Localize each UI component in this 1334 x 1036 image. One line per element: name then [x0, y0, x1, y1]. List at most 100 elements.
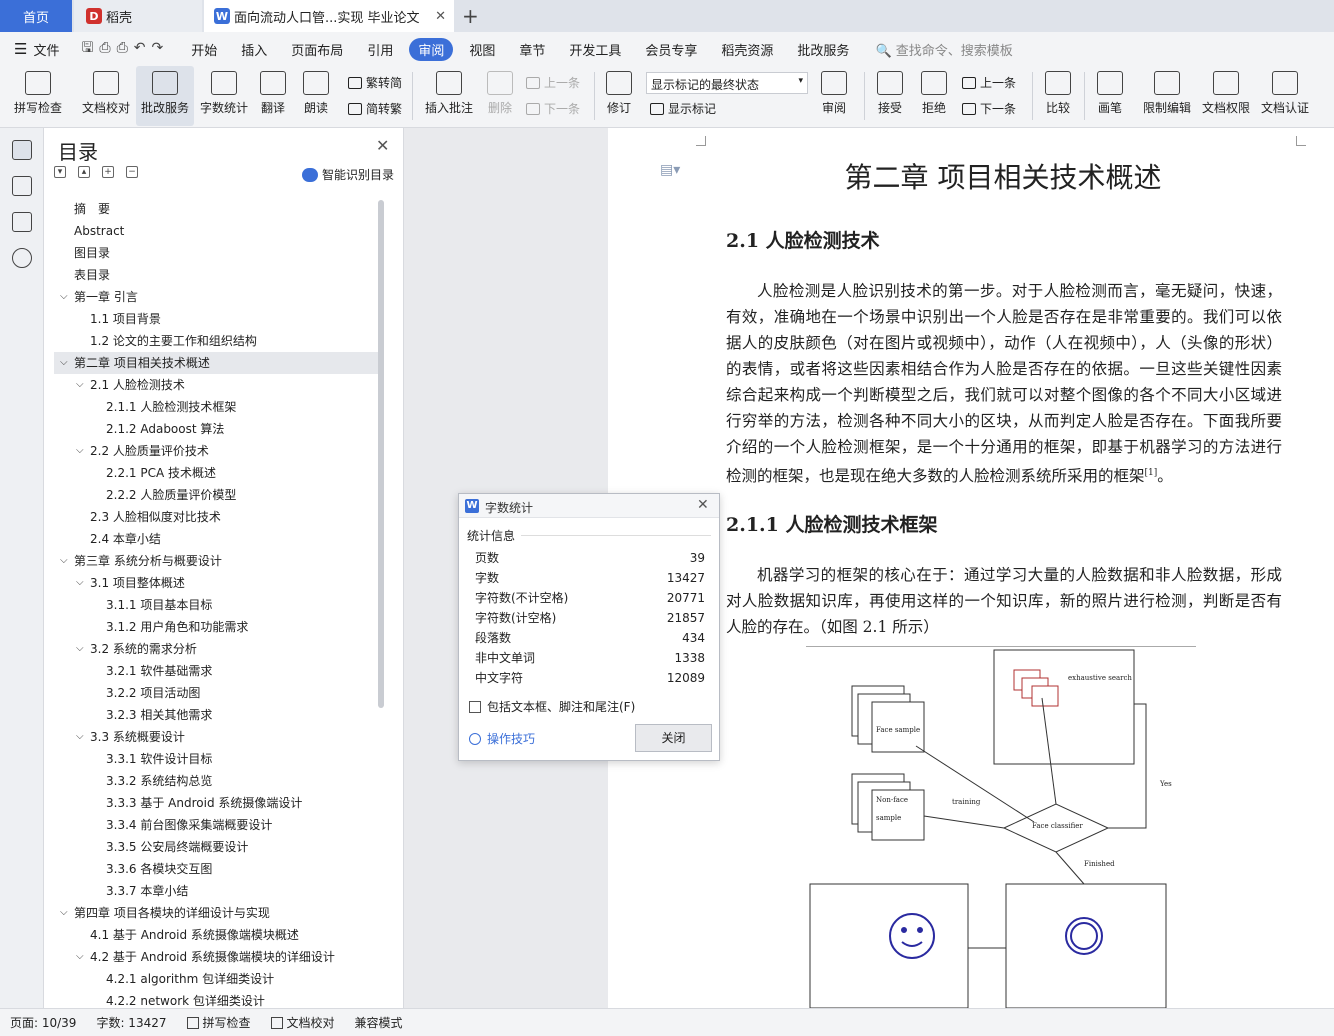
show-markup-button[interactable]: 显示标记	[650, 100, 716, 117]
proofread-status[interactable]: 文档校对	[261, 1014, 345, 1031]
pen-button[interactable]: 画笔	[1090, 66, 1130, 126]
toc-item[interactable]: 3.3.6 各模块交互图	[54, 858, 378, 880]
toc-item[interactable]: 2.4 本章小结	[54, 528, 378, 550]
toc-item[interactable]: 3.3.5 公安局终端概要设计	[54, 836, 378, 858]
menu-file[interactable]: 文件	[27, 40, 71, 59]
toc-item[interactable]: 1.1 项目背景	[54, 308, 378, 330]
document-permission-button[interactable]: 文档权限	[1198, 66, 1254, 126]
toc-nav-icon[interactable]	[12, 140, 32, 160]
read-aloud-button[interactable]: 朗读	[296, 66, 336, 126]
close-panel-icon[interactable]: ✕	[376, 136, 389, 155]
toc-item[interactable]: 图目录	[54, 242, 378, 264]
tips-link[interactable]: 操作技巧	[469, 730, 535, 747]
correction-service-button[interactable]: 批改服务	[136, 66, 194, 126]
chapter-nav-icon[interactable]	[12, 176, 32, 196]
new-tab-button[interactable]: +	[462, 4, 479, 28]
toc-item[interactable]: ⌵ 第三章 系统分析与概要设计	[54, 550, 378, 572]
chevron-down-icon[interactable]: ⌵	[60, 902, 68, 924]
toc-item[interactable]: ⌵ 3.2 系统的需求分析	[54, 638, 378, 660]
expand-down-icon[interactable]: ▾	[54, 166, 66, 178]
chevron-down-icon[interactable]: ⌵	[76, 726, 84, 748]
reject-button[interactable]: 拒绝	[914, 66, 954, 126]
dialog-titlebar[interactable]: W 字数统计 ✕	[459, 494, 719, 518]
hamburger-icon[interactable]: ☰	[14, 40, 27, 58]
menu-item[interactable]: 开发工具	[557, 40, 633, 59]
chevron-down-icon[interactable]: ⌵	[76, 638, 84, 660]
toc-item[interactable]: ⌵ 2.1 人脸检测技术	[54, 374, 378, 396]
track-changes-button[interactable]: 修订	[600, 66, 638, 126]
menu-item[interactable]: 稻壳资源	[709, 40, 785, 59]
toc-item[interactable]: 3.2.2 项目活动图	[54, 682, 378, 704]
trad-to-simp-button[interactable]: 繁转简	[348, 74, 402, 91]
toc-item[interactable]: 2.1.1 人脸检测技术框架	[54, 396, 378, 418]
toc-item[interactable]: 3.3.3 基于 Android 系统摄像端设计	[54, 792, 378, 814]
spell-check-button[interactable]: 拼写检查	[8, 66, 68, 126]
close-button[interactable]: 关闭	[635, 724, 712, 752]
menu-item[interactable]: 开始	[179, 40, 229, 59]
tab-daoke[interactable]: D 稻壳	[74, 0, 202, 32]
smart-toc-button[interactable]: 智能识别目录	[302, 166, 394, 183]
toc-item[interactable]: 4.2.1 algorithm 包详细类设计	[54, 968, 378, 990]
search-nav-icon[interactable]	[12, 248, 32, 268]
compare-button[interactable]: 比较	[1038, 66, 1078, 126]
toc-item[interactable]: ⌵ 3.3 系统概要设计	[54, 726, 378, 748]
translate-button[interactable]: 翻译	[254, 66, 292, 126]
word-count-indicator[interactable]: 字数: 13427	[86, 1014, 176, 1031]
toc-item[interactable]: ⌵ 2.2 人脸质量评价技术	[54, 440, 378, 462]
toc-item[interactable]: 2.1.2 Adaboost 算法	[54, 418, 378, 440]
toc-item[interactable]: ⌵ 第一章 引言	[54, 286, 378, 308]
collapse-up-icon[interactable]: ▴	[78, 166, 90, 178]
toc-item[interactable]: 3.2.3 相关其他需求	[54, 704, 378, 726]
toc-item[interactable]: Abstract	[54, 220, 378, 242]
include-textbox-checkbox[interactable]: 包括文本框、脚注和尾注(F)	[469, 698, 635, 715]
close-icon[interactable]: ✕	[697, 497, 709, 513]
chevron-down-icon[interactable]: ⌵	[60, 352, 68, 374]
toc-item[interactable]: 摘 要	[54, 198, 378, 220]
toc-item[interactable]: ⌵ 4.2 基于 Android 系统摄像端模块的详细设计	[54, 946, 378, 968]
document-certify-button[interactable]: 文档认证	[1256, 66, 1314, 126]
toc-item[interactable]: 3.3.7 本章小结	[54, 880, 378, 902]
toc-item[interactable]: 2.2.2 人脸质量评价模型	[54, 484, 378, 506]
chevron-down-icon[interactable]: ⌵	[76, 440, 84, 462]
next-change-button[interactable]: 下一条	[962, 100, 1016, 117]
tab-document[interactable]: W 面向流动人口管...实现 毕业论文 ✕	[204, 0, 454, 32]
next-comment-button[interactable]: 下一条	[526, 100, 580, 117]
toc-item[interactable]: 3.3.4 前台图像采集端概要设计	[54, 814, 378, 836]
tab-home[interactable]: 首页	[0, 0, 72, 32]
toc-item[interactable]: 2.3 人脸相似度对比技术	[54, 506, 378, 528]
proofread-button[interactable]: 文档校对	[76, 66, 136, 126]
menu-item[interactable]: 页面布局	[279, 40, 355, 59]
chevron-down-icon[interactable]: ⌵	[76, 572, 84, 594]
toc-item[interactable]: 3.3.1 软件设计目标	[54, 748, 378, 770]
close-tab-icon[interactable]: ✕	[435, 9, 446, 24]
menu-item[interactable]: 章节	[507, 40, 557, 59]
toc-scrollbar[interactable]	[378, 200, 384, 708]
toc-item[interactable]: ⌵ 第四章 项目各模块的详细设计与实现	[54, 902, 378, 924]
insert-comment-button[interactable]: 插入批注	[420, 66, 478, 126]
chevron-down-icon[interactable]: ⌵	[60, 550, 68, 572]
bookmark-icon[interactable]	[12, 212, 32, 232]
prev-comment-button[interactable]: 上一条	[526, 74, 580, 91]
delete-comment-button[interactable]: 删除	[480, 66, 520, 126]
toc-item[interactable]: 3.1.2 用户角色和功能需求	[54, 616, 378, 638]
menu-item[interactable]: 引用	[355, 40, 405, 59]
word-count-button[interactable]: 字数统计	[196, 66, 252, 126]
review-pane-button[interactable]: 审阅	[814, 66, 854, 126]
chevron-down-icon[interactable]: ⌵	[76, 374, 84, 396]
toc-item[interactable]: 表目录	[54, 264, 378, 286]
add-level-icon[interactable]: +	[102, 166, 114, 178]
chevron-down-icon[interactable]: ⌵	[76, 946, 84, 968]
toc-item[interactable]: 3.1.1 项目基本目标	[54, 594, 378, 616]
search-command[interactable]: 🔍 查找命令、搜索模板	[875, 40, 1012, 59]
page-indicator[interactable]: 页面: 10/39	[0, 1014, 86, 1031]
toc-item[interactable]: 1.2 论文的主要工作和组织结构	[54, 330, 378, 352]
prev-change-button[interactable]: 上一条	[962, 74, 1016, 91]
toc-item[interactable]: 4.1 基于 Android 系统摄像端模块概述	[54, 924, 378, 946]
toc-item[interactable]: 3.2.1 软件基础需求	[54, 660, 378, 682]
menu-item[interactable]: 审阅	[409, 37, 454, 61]
quick-access-icons[interactable]: 🖫⎙⎙↶↷	[81, 37, 169, 61]
simp-to-trad-button[interactable]: 简转繁	[348, 100, 402, 117]
menu-item[interactable]: 会员专享	[633, 40, 709, 59]
restrict-editing-button[interactable]: 限制编辑	[1140, 66, 1194, 126]
toc-item[interactable]: 3.3.2 系统结构总览	[54, 770, 378, 792]
